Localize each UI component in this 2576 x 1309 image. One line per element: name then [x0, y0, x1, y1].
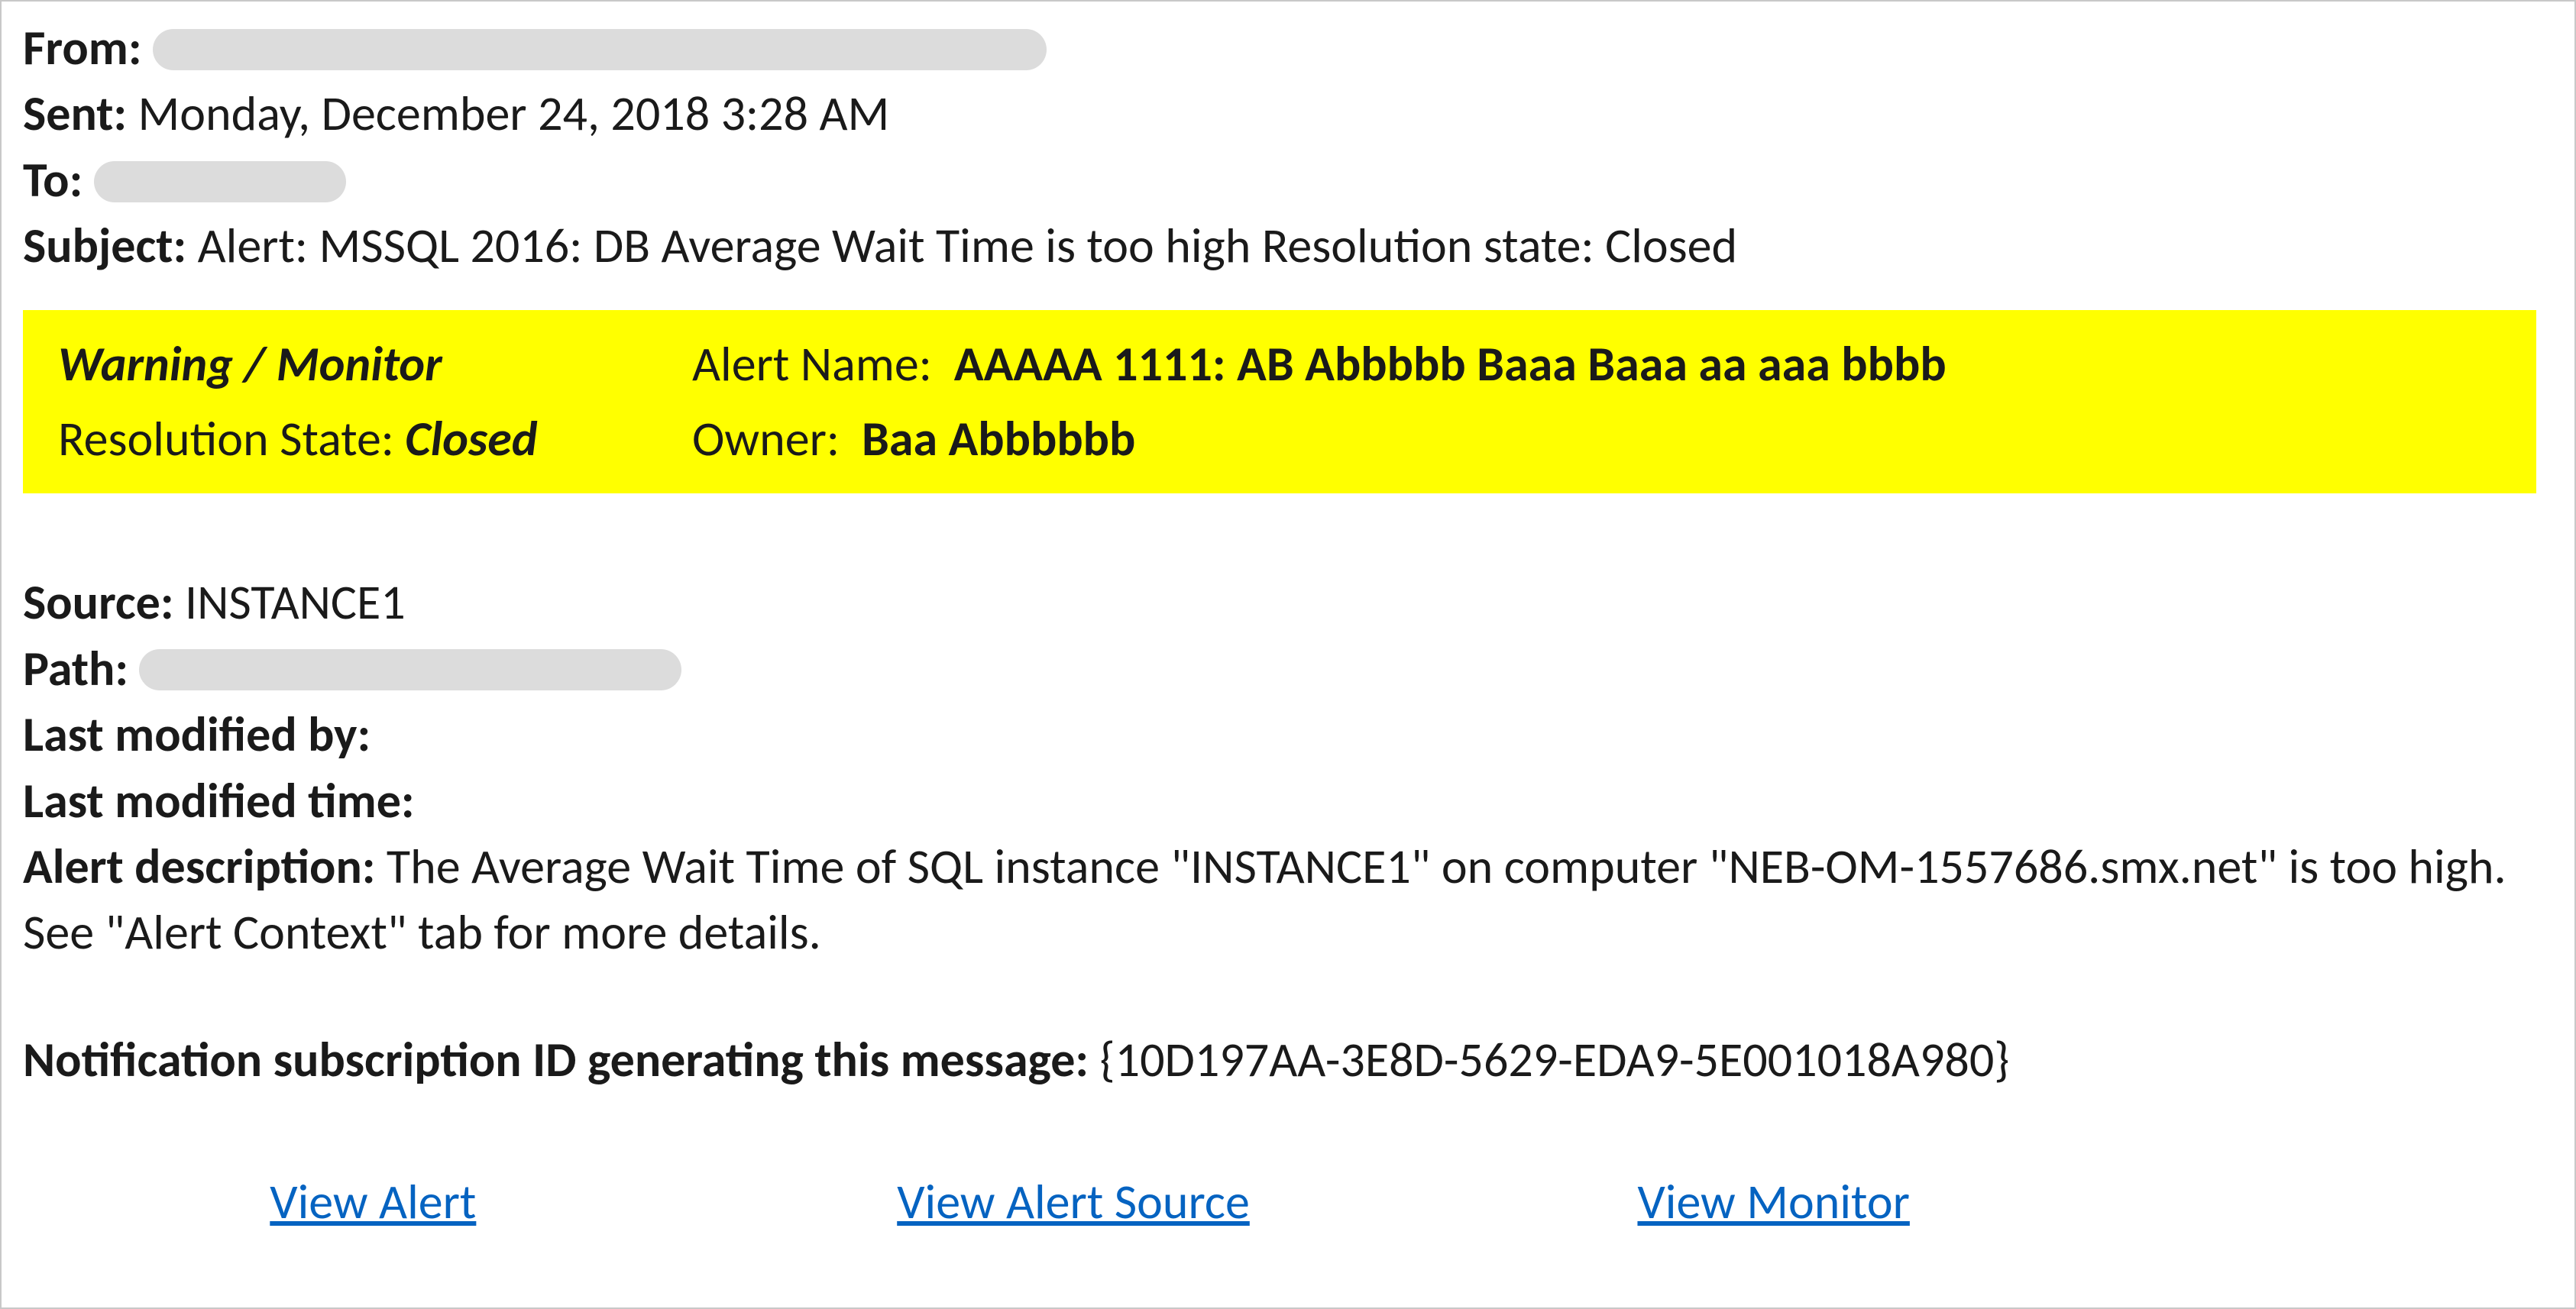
banner-resolution-value: Closed — [405, 409, 537, 469]
header-from-line: From: — [23, 15, 2553, 81]
detail-modified-time-line: Last modified time: — [23, 768, 2553, 834]
source-value: INSTANCE1 — [185, 573, 406, 632]
path-label: Path: — [23, 639, 128, 699]
from-redacted — [153, 29, 1047, 70]
banner-alert-name-label: Alert Name: — [692, 335, 932, 394]
alert-description-label: Alert description: — [23, 837, 375, 897]
subject-label: Subject: — [23, 216, 186, 276]
banner-warning-label: Warning / Monitor — [58, 335, 442, 394]
header-sent-line: Sent: Monday, December 24, 2018 3:28 AM — [23, 81, 2553, 147]
detail-source-line: Source: INSTANCE1 — [23, 570, 2553, 635]
alert-description-value: The Average Wait Time of SQL instance "I… — [23, 837, 2506, 962]
detail-path-line: Path: — [23, 636, 2553, 702]
to-label: To: — [23, 150, 83, 210]
email-panel: From: Sent: Monday, December 24, 2018 3:… — [0, 0, 2576, 1309]
sent-value: Monday, December 24, 2018 3:28 AM — [138, 84, 890, 144]
banner-owner-label: Owner: — [692, 409, 840, 469]
detail-modified-by-line: Last modified by: — [23, 702, 2553, 768]
alert-banner: Warning / Monitor Alert Name: AAAAA 1111… — [23, 310, 2536, 494]
links-row: View Alert View Alert Source View Monito… — [23, 1169, 2124, 1235]
banner-alert-name-value: AAAAA 1111: AB Abbbbb Baaa Baaa aa aaa b… — [954, 335, 1947, 394]
banner-resolution-label: Resolution State: — [58, 409, 394, 469]
banner-owner-value: Baa Abbbbbb — [862, 409, 1135, 469]
header-subject-line: Subject: Alert: MSSQL 2016: DB Average W… — [23, 213, 2553, 279]
subscription-value: {10D197AA-3E8D-5629-EDA9-5E001018A980} — [1100, 1030, 2010, 1090]
detail-description-line: Alert description: The Average Wait Time… — [23, 834, 2553, 966]
view-monitor-link[interactable]: View Monitor — [1637, 1172, 1909, 1232]
sent-label: Sent: — [23, 84, 127, 144]
to-redacted — [94, 161, 346, 202]
from-label: From: — [23, 18, 141, 78]
detail-subscription-line: Notification subscription ID generating … — [23, 1027, 2553, 1093]
source-label: Source: — [23, 573, 174, 632]
path-redacted — [139, 649, 681, 690]
header-to-line: To: — [23, 147, 2553, 213]
last-modified-time-label: Last modified time: — [23, 771, 415, 831]
subject-value: Alert: MSSQL 2016: DB Average Wait Time … — [198, 216, 1738, 276]
view-alert-source-link[interactable]: View Alert Source — [897, 1172, 1250, 1232]
view-alert-link[interactable]: View Alert — [270, 1172, 476, 1232]
last-modified-by-label: Last modified by: — [23, 705, 371, 764]
subscription-label: Notification subscription ID generating … — [23, 1030, 1089, 1090]
